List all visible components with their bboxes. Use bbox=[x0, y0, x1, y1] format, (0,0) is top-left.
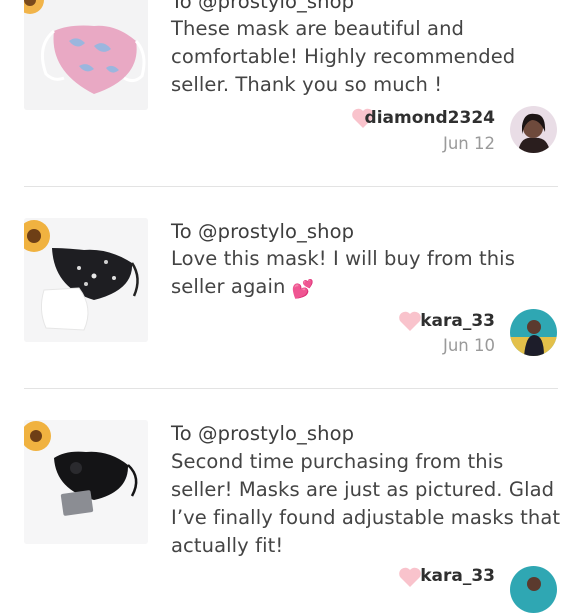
review-item: To @prostylo_shop Second time purchasing… bbox=[0, 0, 580, 613]
review-text: Second time purchasing from this seller!… bbox=[171, 448, 561, 560]
reviewer-avatar[interactable] bbox=[510, 566, 557, 613]
black-adjustable-mask-image bbox=[24, 420, 148, 544]
reviewer-username[interactable]: kara_33 bbox=[420, 566, 495, 586]
review-text-content: Second time purchasing from this seller!… bbox=[171, 450, 561, 557]
product-thumbnail[interactable] bbox=[24, 420, 148, 544]
avatar-image bbox=[510, 566, 557, 613]
recipient-line: To @prostylo_shop bbox=[171, 422, 355, 445]
heart-icon[interactable] bbox=[398, 566, 422, 588]
